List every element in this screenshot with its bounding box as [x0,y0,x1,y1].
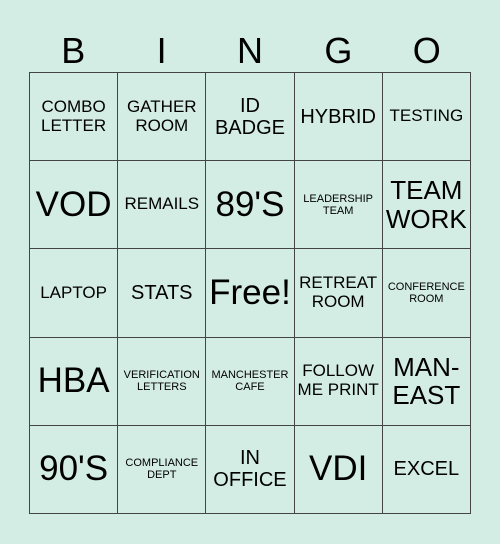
bingo-cell[interactable]: HYBRID [294,73,383,162]
header-letter-g: G [324,30,353,71]
bingo-cell[interactable]: MANCHESTER CAFE [206,337,295,426]
header-letter-o: O [412,30,441,71]
bingo-cell[interactable]: 89'S [206,161,295,250]
bingo-cell[interactable]: REMAILS [118,161,207,250]
bingo-cell[interactable]: GATHER ROOM [118,73,207,162]
header-letter-n: N [236,30,263,71]
bingo-cell[interactable]: LEADERSHIP TEAM [294,161,383,250]
bingo-header: B I N G O [29,30,471,72]
bingo-cell[interactable]: IN OFFICE [206,425,295,514]
bingo-cell[interactable]: VERIFICATION LETTERS [118,337,207,426]
bingo-cell[interactable]: MAN-EAST [382,337,471,426]
bingo-cell[interactable]: FOLLOW ME PRINT [294,337,383,426]
bingo-cell[interactable]: CONFERENCE ROOM [382,249,471,338]
bingo-cell[interactable]: RETREAT ROOM [294,249,383,338]
bingo-cell[interactable]: COMBO LETTER [30,73,119,162]
header-letter-i: I [156,30,167,71]
bingo-card: COMBO LETTER GATHER ROOM ID BADGE HYBRID TES… [29,72,471,514]
bingo-cell[interactable]: ID BADGE [206,73,295,162]
bingo-cell[interactable]: Free! [206,249,295,338]
header-letter-b: B [61,30,86,71]
bingo-cell[interactable]: VOD [30,161,119,250]
bingo-cell[interactable]: VDI [294,425,383,514]
bingo-cell[interactable]: STATS [118,249,207,338]
bingo-cell[interactable]: COMPLIANCE DEPT [118,425,207,514]
bingo-cell[interactable]: TEAM WORK [382,161,471,250]
bingo-cell[interactable]: TESTING [382,73,471,162]
bingo-cell[interactable]: HBA [30,337,119,426]
bingo-cell[interactable]: LAPTOP [30,249,119,338]
bingo-cell[interactable]: 90'S [30,425,119,514]
bingo-cell[interactable]: EXCEL [382,425,471,514]
